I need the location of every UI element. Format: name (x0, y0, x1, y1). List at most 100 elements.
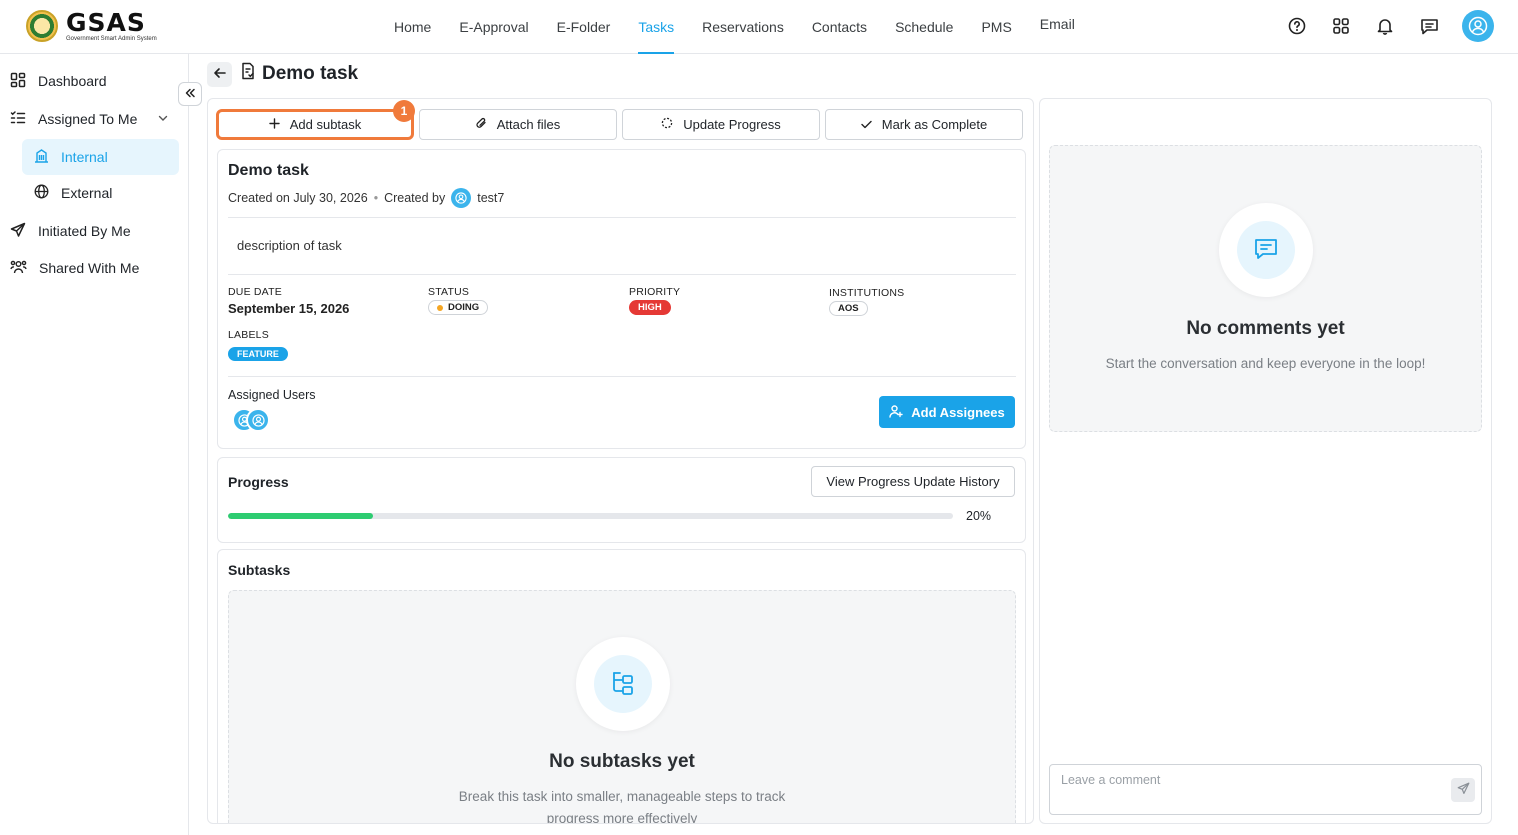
status-value: DOING (448, 302, 480, 313)
paperclip-icon (476, 117, 487, 132)
nav-home[interactable]: Home (380, 0, 445, 54)
app-logo[interactable]: GSAS Government Smart Admin System (26, 10, 157, 42)
priority-field: PRIORITY HIGH (629, 286, 680, 315)
due-date-label: DUE DATE (228, 286, 282, 298)
add-assignees-button[interactable]: Add Assignees (879, 396, 1015, 428)
sidebar-item-external[interactable]: External (22, 175, 179, 211)
brand-subtitle: Government Smart Admin System (66, 36, 157, 42)
sidebar-item-initiated-by-me[interactable]: Initiated By Me (10, 213, 131, 249)
add-subtask-button[interactable]: Add subtask 1 (216, 100, 415, 140)
institutions-label: INSTITUTIONS (829, 287, 905, 299)
nav-schedule[interactable]: Schedule (881, 0, 967, 54)
sidebar-item-label: Assigned To Me (38, 111, 138, 127)
sidebar-item-assigned-to-me[interactable]: Assigned To Me (10, 101, 170, 137)
comment-input[interactable] (1061, 773, 1441, 787)
send-icon (10, 222, 26, 241)
send-icon (1457, 782, 1470, 798)
sidebar-item-shared-with-me[interactable]: Shared With Me (10, 250, 139, 286)
divider (228, 217, 1016, 218)
progress-card: Progress View Progress Update History 20… (217, 457, 1026, 543)
creator-name[interactable]: test7 (477, 191, 504, 205)
attach-files-button[interactable]: Attach files (419, 109, 617, 140)
subtask-tree-icon (610, 670, 636, 699)
collapse-sidebar-button[interactable] (178, 82, 202, 106)
dashboard-icon (10, 72, 26, 91)
task-details-card: Demo task Created on July 30, 2026 • Cre… (217, 149, 1026, 449)
sidebar-item-label: Internal (61, 149, 108, 165)
institution-badge: AOS (829, 301, 868, 316)
chevron-down-icon (157, 111, 169, 127)
check-icon (861, 117, 872, 132)
nav-contacts[interactable]: Contacts (798, 0, 881, 54)
due-date-field: DUE DATE September 15, 2026 (228, 286, 349, 316)
update-progress-button[interactable]: Update Progress (622, 109, 820, 140)
task-description: description of task (237, 238, 342, 253)
assigned-users-label: Assigned Users (228, 388, 316, 402)
nav-reservations[interactable]: Reservations (688, 0, 798, 54)
progress-bar-fill (228, 513, 373, 519)
subtasks-title: Subtasks (228, 562, 291, 578)
chat-icon[interactable] (1418, 15, 1440, 37)
comment-box (1049, 764, 1482, 815)
task-document-icon (240, 62, 256, 86)
nav-tasks[interactable]: Tasks (624, 0, 688, 54)
globe-icon (34, 184, 49, 202)
brand-name: GSAS (66, 8, 146, 37)
apps-grid-icon[interactable] (1330, 15, 1352, 37)
status-field: STATUS DOING (428, 286, 489, 315)
add-subtask-label: Add subtask (289, 117, 362, 132)
label-badge: FEATURE (228, 347, 288, 361)
mark-complete-label: Mark as Complete (881, 117, 988, 132)
page-title-text: Demo task (262, 63, 359, 84)
send-comment-button[interactable] (1451, 778, 1475, 802)
labels-field: LABELS FEATURE (228, 329, 288, 361)
priority-label: PRIORITY (629, 286, 681, 298)
created-date: Created on July 30, 2026 (228, 191, 368, 205)
message-icon (1253, 236, 1279, 265)
header-actions (1286, 10, 1494, 42)
divider (228, 274, 1016, 275)
status-label: STATUS (428, 286, 470, 298)
subtasks-empty-state: No subtasks yet Break this task into sma… (228, 590, 1016, 823)
government-seal-icon (26, 10, 58, 42)
nav-pms[interactable]: PMS (967, 0, 1025, 54)
nav-email[interactable]: Email (1026, 0, 1089, 51)
progress-title: Progress (228, 474, 289, 490)
task-title: Demo task (228, 162, 309, 179)
creator-avatar (451, 188, 472, 208)
subtasks-empty-illustration (576, 637, 670, 731)
task-meta: Created on July 30, 2026 • Created by te… (228, 188, 504, 208)
building-icon (34, 148, 49, 166)
mark-complete-button[interactable]: Mark as Complete (825, 109, 1023, 140)
users-icon (10, 259, 27, 278)
arrow-left-icon (213, 66, 227, 83)
sidebar-item-label: Shared With Me (39, 260, 140, 276)
page-title: Demo task (240, 62, 358, 86)
add-assignees-label: Add Assignees (911, 404, 1005, 420)
comments-empty-subtitle: Start the conversation and keep everyone… (1105, 356, 1426, 371)
double-chevron-left-icon (184, 86, 196, 102)
bell-icon[interactable] (1374, 15, 1396, 37)
progress-bar (228, 513, 953, 519)
help-icon[interactable] (1286, 15, 1308, 37)
list-check-icon (10, 110, 26, 129)
back-button[interactable] (207, 62, 232, 87)
sidebar-item-dashboard[interactable]: Dashboard (10, 63, 107, 99)
user-avatar[interactable] (1462, 10, 1494, 42)
view-progress-history-button[interactable]: View Progress Update History (811, 466, 1015, 497)
sidebar-item-label: Dashboard (38, 73, 107, 89)
subtasks-empty-line-1: Break this task into smaller, manageable… (458, 789, 786, 804)
task-action-toolbar: Add subtask 1 Attach files Update Progre… (216, 100, 1023, 140)
status-badge: DOING (428, 300, 489, 315)
update-progress-label: Update Progress (683, 117, 781, 132)
sidebar: Dashboard Assigned To Me Internal Extern… (0, 54, 189, 835)
nav-e-folder[interactable]: E-Folder (543, 0, 625, 54)
institutions-field: INSTITUTIONS AOS (829, 287, 904, 316)
sidebar-item-internal[interactable]: Internal (22, 139, 179, 175)
loader-icon (661, 117, 673, 132)
step-marker-badge: 1 (393, 100, 415, 122)
sidebar-item-label: External (61, 185, 113, 201)
nav-e-approval[interactable]: E-Approval (445, 0, 542, 54)
assigned-users-avatars[interactable] (232, 408, 270, 432)
comments-empty-title: No comments yet (1186, 318, 1345, 339)
